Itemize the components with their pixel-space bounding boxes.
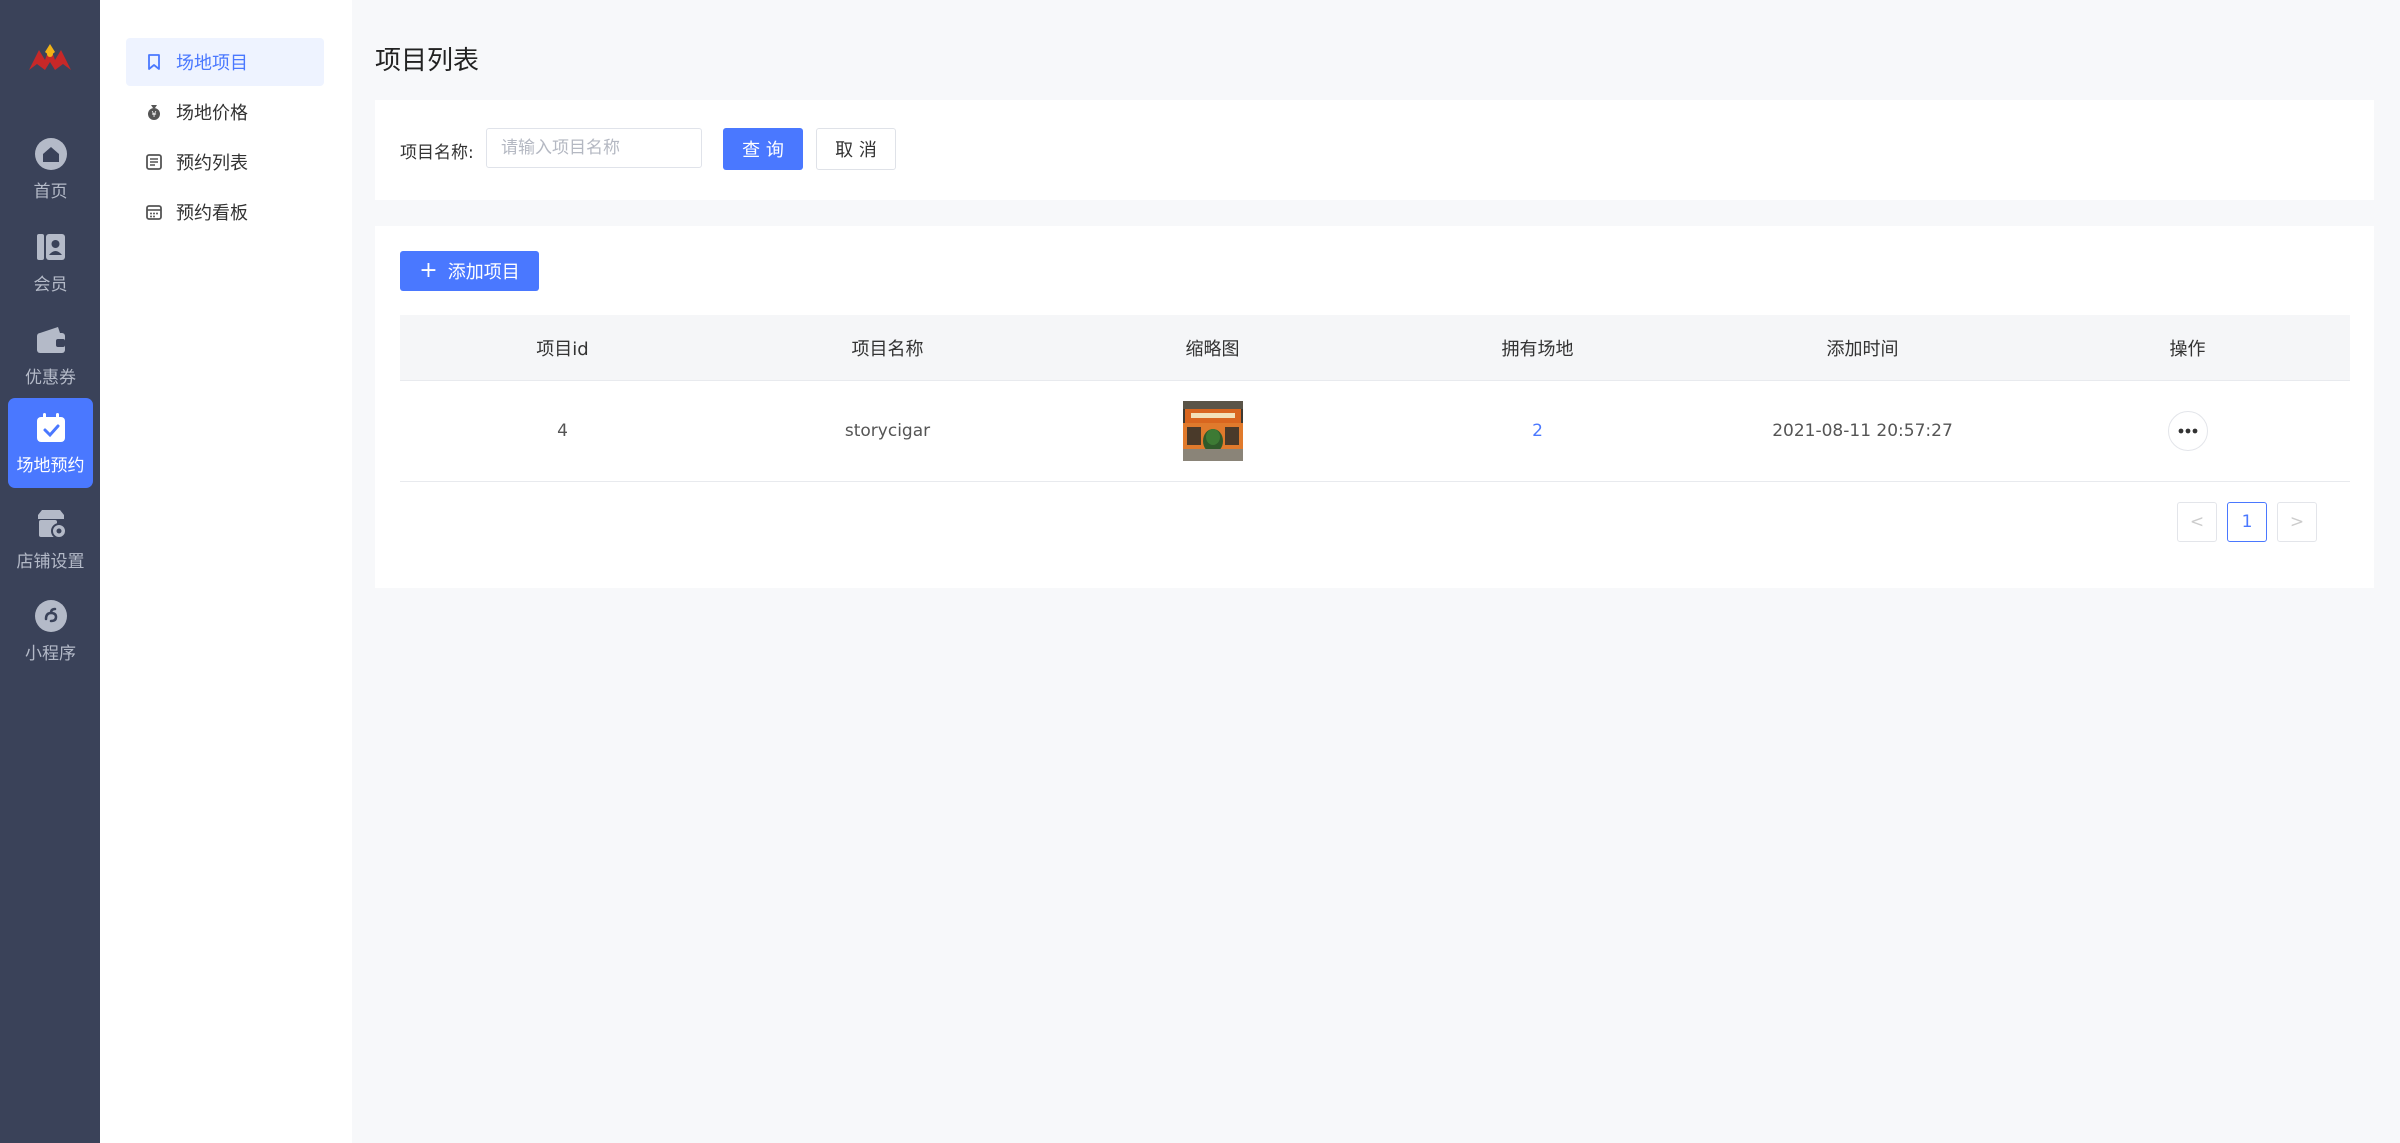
home-icon — [34, 137, 67, 170]
submenu-item-venue-price[interactable]: ¥ 场地价格 — [126, 88, 324, 136]
mini-program-icon — [34, 599, 67, 632]
project-thumbnail — [1182, 401, 1243, 461]
nav-item-label: 场地预约 — [16, 455, 85, 476]
search-button[interactable]: 查 询 — [723, 128, 803, 170]
column-header: 操作 — [2169, 338, 2206, 360]
nav-item-venue-booking[interactable]: 场地预约 — [8, 398, 93, 488]
submenu-item-label: 预约列表 — [176, 153, 248, 174]
submenu-item-label: 预约看板 — [176, 203, 248, 224]
submenu-item-booking-list[interactable]: 预约列表 — [126, 138, 324, 186]
nav-item-home[interactable]: 首页 — [8, 124, 93, 214]
more-actions-button[interactable] — [2167, 411, 2208, 451]
brand-logo-icon — [29, 44, 71, 70]
column-header: 缩略图 — [1185, 338, 1240, 360]
calendar-board-icon — [146, 205, 162, 220]
project-table-panel: + 添加项目 项目id 项目名称 缩略图 拥有场地 添加时间 操作 4 stor… — [375, 226, 2374, 588]
plus-icon: + — [419, 258, 438, 283]
nav-item-mini-program[interactable]: 小程序 — [8, 586, 93, 676]
add-project-label: 添加项目 — [447, 262, 520, 283]
wallet-icon — [36, 326, 65, 353]
nav-item-label: 会员 — [33, 274, 68, 295]
list-document-icon — [146, 154, 162, 170]
cancel-button[interactable]: 取 消 — [816, 128, 896, 170]
table-header: 项目id 项目名称 缩略图 拥有场地 添加时间 操作 — [400, 315, 2350, 381]
add-project-button[interactable]: + 添加项目 — [400, 251, 539, 291]
pagination-next-button[interactable]: > — [2277, 502, 2317, 542]
submenu-item-label: 场地价格 — [176, 103, 248, 124]
table-row: 4 storycigar 2 2021-08-11 20:57:27 — [400, 381, 2350, 482]
calendar-check-icon — [36, 412, 65, 442]
nav-item-coupon[interactable]: 优惠券 — [8, 310, 93, 400]
column-header: 拥有场地 — [1501, 338, 1574, 360]
submenu-item-label: 场地项目 — [176, 53, 248, 74]
nav-item-label: 首页 — [33, 181, 68, 202]
svg-text:¥: ¥ — [151, 110, 156, 119]
bookmark-icon — [148, 54, 160, 70]
column-header: 项目名称 — [851, 338, 924, 360]
submenu-item-booking-board[interactable]: 预约看板 — [126, 188, 324, 236]
venue-count-link[interactable]: 2 — [1532, 421, 1543, 441]
submenu-item-venue-projects[interactable]: 场地项目 — [126, 38, 324, 86]
money-bag-icon: ¥ — [148, 105, 160, 120]
project-name-input[interactable] — [486, 128, 702, 168]
nav-item-label: 小程序 — [25, 643, 76, 664]
thumbnail-cell — [1050, 381, 1375, 481]
column-header: 项目id — [536, 338, 589, 360]
created-time-cell: 2021-08-11 20:57:27 — [1772, 421, 1953, 441]
nav-item-store-settings[interactable]: 店铺设置 — [8, 494, 93, 584]
filter-panel: 项目名称: 查 询 取 消 — [375, 100, 2374, 200]
venue-count-cell: 2 — [1375, 381, 1700, 481]
nav-item-member[interactable]: 会员 — [8, 217, 93, 307]
column-header: 添加时间 — [1826, 338, 1899, 360]
pagination-page-1[interactable]: 1 — [2227, 502, 2267, 542]
page-title: 项目列表 — [375, 46, 480, 76]
member-card-icon — [36, 233, 65, 260]
store-settings-icon — [37, 509, 67, 539]
actions-cell — [2025, 381, 2350, 481]
sub-menu: 场地项目 ¥ 场地价格 预约列表 预约看板 — [100, 0, 352, 1143]
pagination-prev-button[interactable]: < — [2177, 502, 2217, 542]
project-id-cell: 4 — [557, 421, 568, 441]
nav-item-label: 店铺设置 — [16, 551, 85, 572]
more-dots-icon — [2178, 428, 2197, 434]
project-name-label: 项目名称: — [400, 143, 474, 163]
main-nav: 首页 会员 优惠券 场地预约 店铺设置 小程序 — [0, 0, 100, 1143]
nav-item-label: 优惠券 — [25, 367, 76, 388]
project-name-cell: storycigar — [844, 421, 931, 441]
